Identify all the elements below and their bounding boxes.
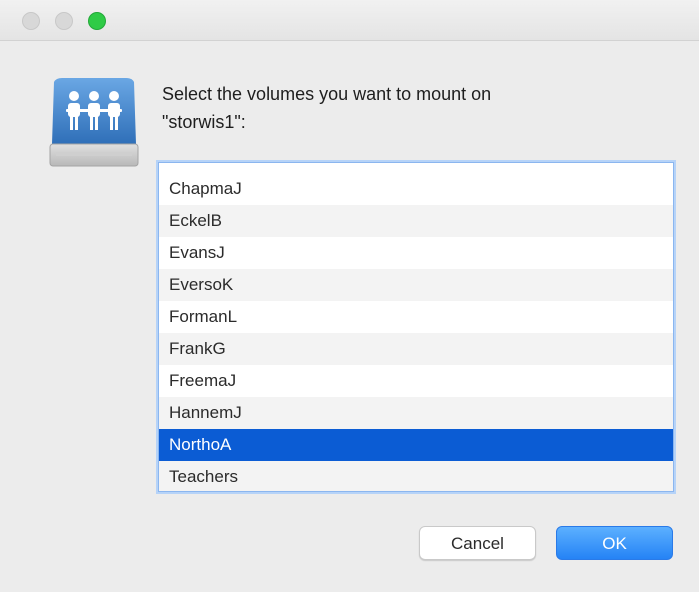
list-item[interactable]: FormanL bbox=[159, 301, 673, 333]
list-item[interactable]: EvansJ bbox=[159, 237, 673, 269]
prompt-line-1: Select the volumes you want to mount on bbox=[162, 84, 492, 104]
list-item[interactable]: HannemJ bbox=[159, 397, 673, 429]
network-server-share-icon bbox=[48, 74, 140, 174]
list-item[interactable]: EversoK bbox=[159, 269, 673, 301]
list-item[interactable]: FrankG bbox=[159, 333, 673, 365]
minimize-window-button[interactable] bbox=[55, 12, 73, 30]
cancel-button[interactable]: Cancel bbox=[419, 526, 536, 560]
list-item[interactable]: ChapmaJ bbox=[159, 173, 673, 205]
list-item-selected[interactable]: NorthoA bbox=[159, 429, 673, 461]
list-item[interactable]: Teachers bbox=[159, 461, 673, 491]
volume-list[interactable]: ChapmaJ EckelB EvansJ EversoK FormanL Fr… bbox=[158, 162, 674, 492]
prompt-line-2: "storwis1": bbox=[162, 112, 246, 132]
ok-button[interactable]: OK bbox=[556, 526, 673, 560]
list-item[interactable]: EckelB bbox=[159, 205, 673, 237]
zoom-window-button[interactable] bbox=[88, 12, 106, 30]
close-window-button[interactable] bbox=[22, 12, 40, 30]
title-bar bbox=[0, 0, 699, 41]
prompt-text: Select the volumes you want to mount on … bbox=[162, 80, 662, 136]
list-item[interactable]: FreemaJ bbox=[159, 365, 673, 397]
